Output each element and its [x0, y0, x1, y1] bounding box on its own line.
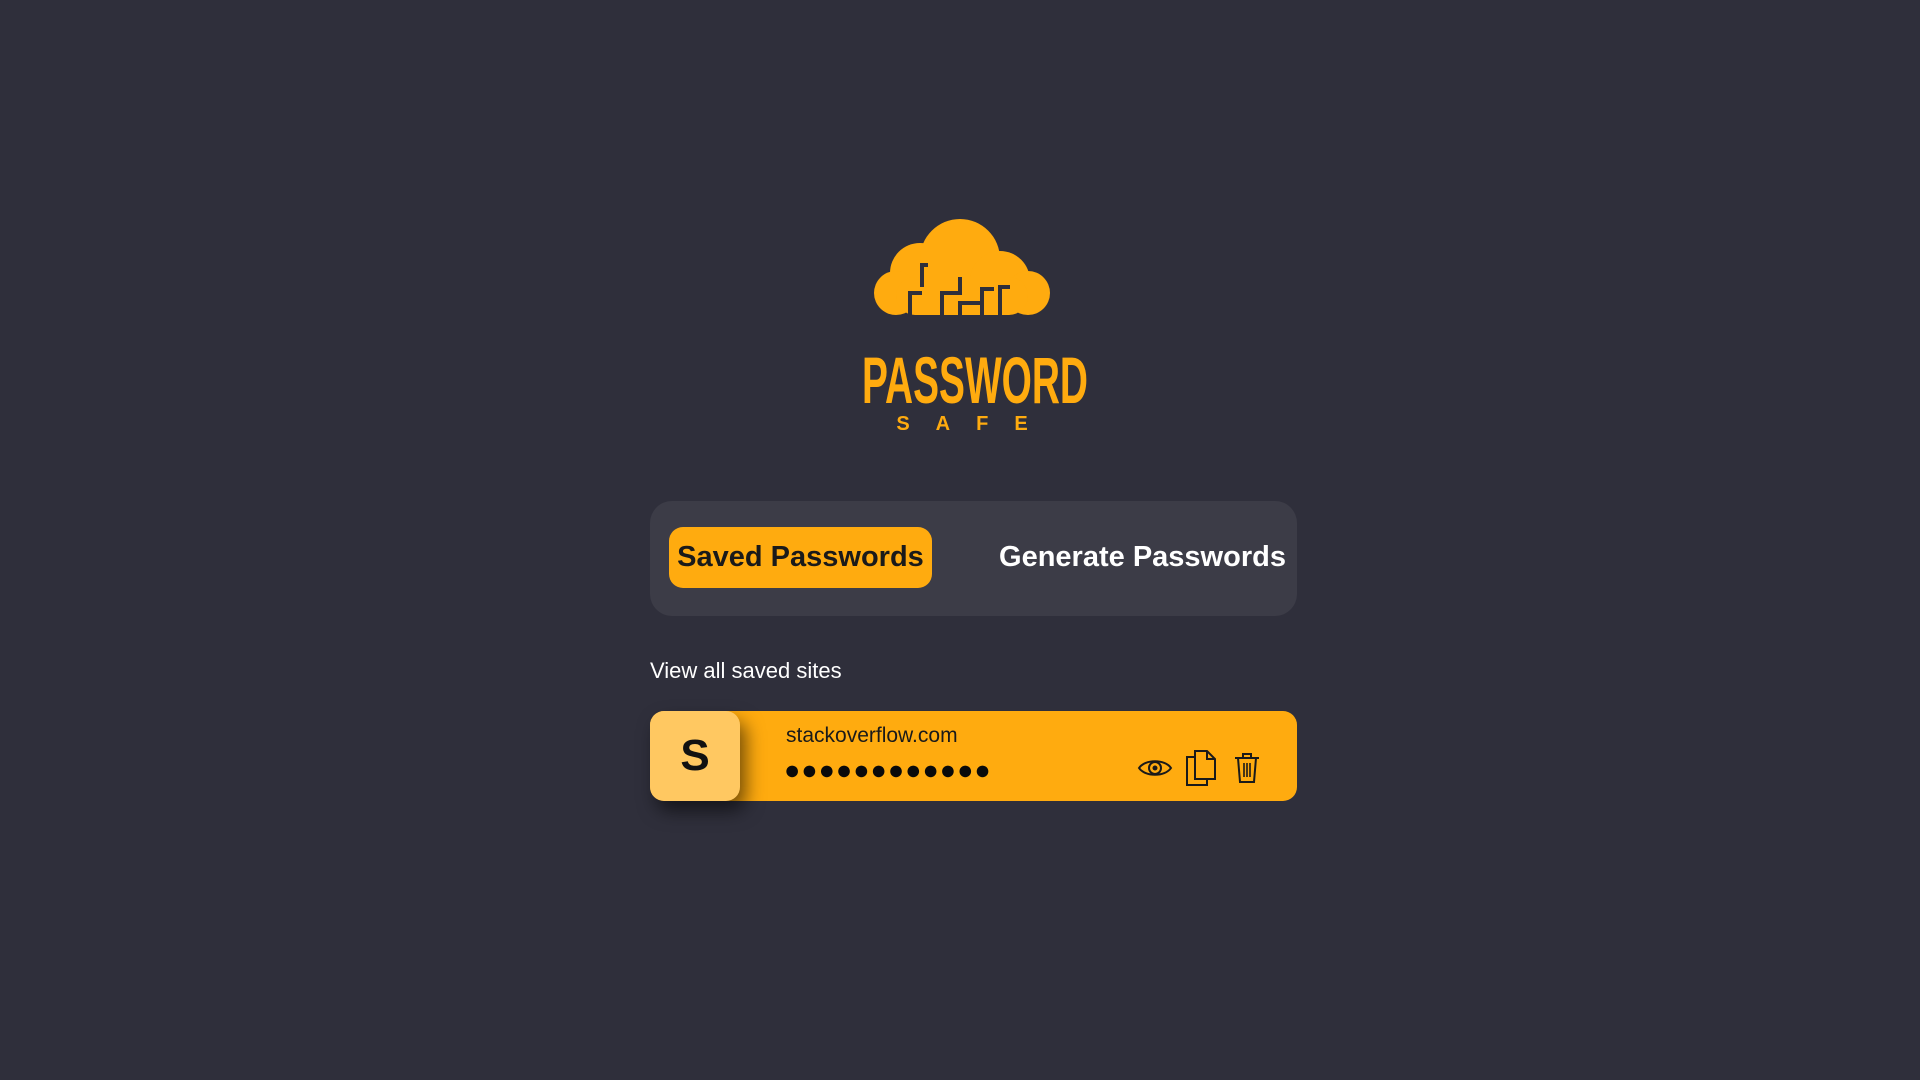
logo-subtitle: SAFE [896, 413, 1053, 435]
trash-icon [1235, 753, 1259, 783]
password-entry[interactable]: S stackoverflow.com ●●●●●●●●●●●● [650, 711, 1297, 801]
page: PASSWORD SAFE Saved Passwords Generate P… [0, 0, 1920, 1080]
tab-switcher: Saved Passwords Generate Passwords [650, 501, 1297, 616]
tab-generate-passwords[interactable]: Generate Passwords [998, 527, 1287, 588]
copy-icon [1186, 750, 1216, 786]
password-mask: ●●●●●●●●●●●● [784, 755, 992, 785]
entry-actions [1137, 749, 1265, 787]
site-name: stackoverflow.com [786, 724, 958, 747]
copy-password-button[interactable] [1183, 749, 1219, 787]
show-password-button[interactable] [1137, 749, 1173, 787]
site-avatar: S [650, 711, 740, 801]
password-safe-logo: PASSWORD SAFE [860, 215, 1090, 435]
eye-icon [1137, 760, 1173, 776]
delete-entry-button[interactable] [1229, 749, 1265, 787]
tab-saved-passwords[interactable]: Saved Passwords [669, 527, 932, 588]
section-label: View all saved sites [650, 658, 842, 683]
logo-title: PASSWORD [862, 343, 1088, 417]
